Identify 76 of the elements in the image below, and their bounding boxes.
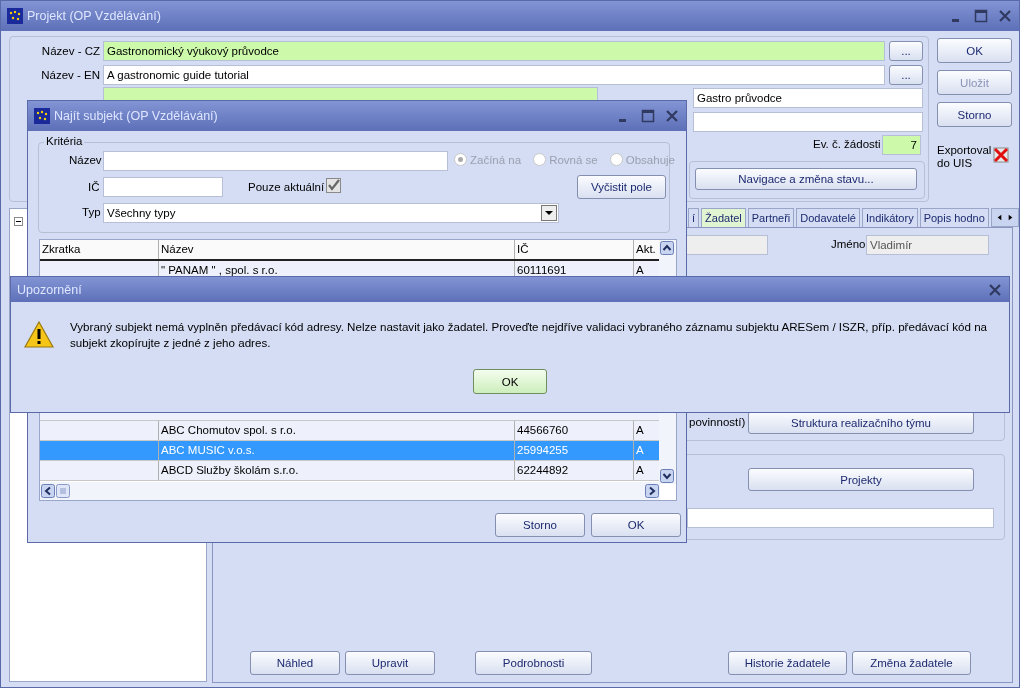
field-label: Název: [69, 154, 102, 166]
field-label: Název - EN: [40, 69, 100, 81]
scroll-right-icon[interactable]: [645, 484, 659, 498]
export-label: Exportoval do UIS: [937, 144, 993, 170]
action-button[interactable]: Náhled: [250, 651, 340, 675]
field-label: Jméno: [831, 238, 866, 250]
field-label: Název - CZ: [40, 45, 100, 57]
column-header[interactable]: IČ: [515, 240, 634, 259]
close-icon[interactable]: [997, 8, 1013, 24]
maximize-icon[interactable]: [640, 108, 656, 124]
navigation-button[interactable]: Navigace a změna stavu...: [695, 168, 917, 190]
obligations-text: povinností): [689, 416, 746, 428]
scroll-up-icon[interactable]: [660, 241, 674, 255]
tab[interactable]: Žadatel: [701, 208, 746, 227]
tab[interactable]: Popis hodno: [919, 208, 989, 227]
scroll-thumb[interactable]: [56, 484, 70, 498]
column-header[interactable]: Zkratka: [40, 240, 159, 259]
column-header[interactable]: Název: [159, 240, 515, 259]
tab-scroll-arrows[interactable]: [990, 208, 1019, 227]
scroll-left-icon[interactable]: [41, 484, 55, 498]
warning-icon: [24, 321, 54, 349]
ok-button[interactable]: OK: [473, 369, 547, 394]
maximize-icon[interactable]: [973, 8, 989, 24]
table-cell: 62244892: [515, 461, 634, 480]
team-structure-button[interactable]: Struktura realizačního týmu: [748, 411, 974, 434]
app-icon: [34, 108, 50, 124]
tab[interactable]: Dodavatelé: [796, 208, 860, 227]
window-title: Projekt (OP Vzdělávání): [27, 9, 161, 23]
browse-button[interactable]: ...: [889, 65, 923, 85]
text-field[interactable]: Gastro průvodce: [693, 88, 923, 108]
field-label: IČ: [88, 181, 100, 193]
table-cell: ABC Chomutov spol. s r.o.: [159, 421, 515, 440]
collapse-icon[interactable]: [14, 217, 23, 226]
dialog-button[interactable]: Storno: [937, 102, 1012, 127]
text-field[interactable]: [687, 508, 994, 528]
dialog-button[interactable]: Storno: [495, 513, 585, 537]
column-header[interactable]: Akt.: [634, 240, 660, 259]
tab[interactable]: Partneři: [747, 208, 795, 227]
text-field[interactable]: A gastronomic guide tutorial: [103, 65, 885, 85]
window-title: Upozornění: [17, 282, 82, 297]
number-field[interactable]: 7: [882, 135, 921, 155]
dialog-button[interactable]: OK: [591, 513, 681, 537]
action-button[interactable]: Změna žadatele: [852, 651, 971, 675]
horizontal-scrollbar[interactable]: [40, 482, 660, 500]
app-icon: [7, 8, 23, 24]
dialog-button[interactable]: OK: [937, 38, 1012, 63]
clear-button[interactable]: Vyčistit pole: [577, 175, 666, 199]
checkbox-label: Pouze aktuální: [248, 181, 325, 193]
field-label: Typ: [82, 206, 101, 218]
alert-message: Vybraný subjekt nemá vyplněn předávací kód adresy. Nelze nastavit jako žadatel. Proveďte nejdříve validaci vybraného záznamu subjektu ARESem / ISZR, příp. předávací kód na subjekt zkopírujte z jedné z jeho adres.: [70, 319, 989, 351]
tab[interactable]: Indikátory: [861, 208, 918, 227]
action-button[interactable]: Upravit: [345, 651, 435, 675]
id-field[interactable]: [103, 177, 223, 197]
field-label: Ev. č. žádosti: [813, 138, 881, 150]
close-icon[interactable]: [664, 108, 680, 124]
close-icon[interactable]: [987, 281, 1003, 298]
checkbox[interactable]: [326, 178, 341, 193]
action-button[interactable]: Historie žadatele: [728, 651, 847, 675]
text-field[interactable]: Gastronomický výukový průvodce: [103, 41, 885, 61]
scroll-down-icon[interactable]: [660, 469, 674, 483]
table-cell: 44566760: [515, 421, 634, 440]
table-cell: 25994255: [515, 441, 634, 460]
projects-button[interactable]: Projekty: [748, 468, 974, 491]
name-field[interactable]: [103, 151, 448, 171]
tab[interactable]: í: [688, 208, 700, 227]
table-row[interactable]: ABC Chomutov spol. s r.o. 44566760 A: [40, 421, 660, 441]
action-button[interactable]: Podrobnosti: [475, 651, 592, 675]
table-cell: ABC MUSIC v.o.s.: [159, 441, 515, 460]
type-dropdown[interactable]: Všechny typy: [103, 203, 559, 223]
text-field[interactable]: Vladimír: [866, 235, 989, 255]
table-cell: ABCD Služby školám s.r.o.: [159, 461, 515, 480]
group-title: Kritéria: [44, 135, 85, 147]
browse-button[interactable]: ...: [889, 41, 923, 61]
text-field[interactable]: [693, 112, 923, 132]
window-title: Najít subjekt (OP Vzdělávání): [54, 109, 218, 123]
table-row[interactable]: ABCD Služby školám s.r.o. 62244892 A: [40, 461, 660, 481]
